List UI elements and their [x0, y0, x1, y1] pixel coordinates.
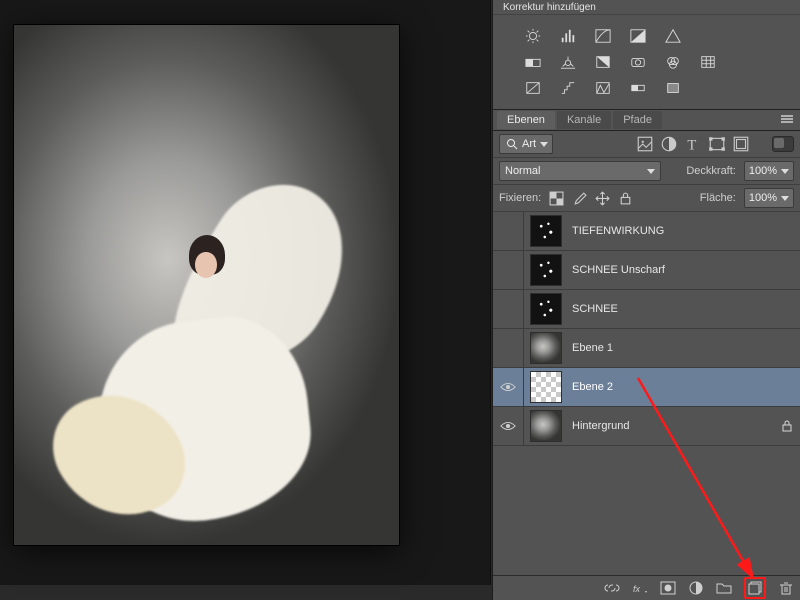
layer-name[interactable]: SCHNEE Unscharf [572, 264, 792, 276]
channel-mixer-icon[interactable] [663, 53, 683, 71]
tab-paths[interactable]: Pfade [613, 111, 662, 129]
filter-shape-icon[interactable] [708, 135, 726, 153]
layer-thumbnail[interactable] [530, 410, 562, 442]
layer-row[interactable]: TIEFENWIRKUNG [493, 212, 800, 251]
layer-row[interactable]: SCHNEE [493, 290, 800, 329]
adjustments-panel-title: Korrektur hinzufügen [493, 0, 800, 15]
new-adjustment-layer-icon[interactable] [688, 580, 704, 596]
right-panel-stack: Korrektur hinzufügen Ebenen Kanäle [492, 0, 800, 600]
layer-thumbnail[interactable] [530, 254, 562, 286]
layer-locked-icon [782, 420, 792, 432]
layer-list[interactable]: TIEFENWIRKUNG SCHNEE Unscharf SCHNEE Ebene … [493, 212, 800, 446]
canvas-illustration [69, 180, 359, 540]
canvas-viewport[interactable] [0, 0, 491, 585]
fill-input[interactable]: 100% [744, 188, 794, 208]
hue-saturation-icon[interactable] [523, 53, 543, 71]
curves-icon[interactable] [593, 27, 613, 45]
photo-filter-icon[interactable] [628, 53, 648, 71]
lock-all-icon[interactable] [618, 191, 633, 206]
lock-pixels-icon[interactable] [572, 191, 587, 206]
layer-name[interactable]: Hintergrund [572, 420, 782, 432]
link-layers-icon[interactable] [604, 580, 620, 596]
layer-filter-toggle[interactable] [772, 136, 794, 152]
layer-thumbnail[interactable] [530, 332, 562, 364]
opacity-input[interactable]: 100% [744, 161, 794, 181]
layer-visibility-toggle[interactable] [493, 212, 524, 250]
adjustments-title-text: Korrektur hinzufügen [503, 2, 596, 13]
add-mask-icon[interactable] [660, 580, 676, 596]
layer-row[interactable]: Hintergrund [493, 407, 800, 446]
document-canvas[interactable] [14, 25, 399, 545]
layer-style-icon[interactable]: fx [632, 580, 648, 596]
gradient-map-icon[interactable] [628, 79, 648, 97]
tab-layers[interactable]: Ebenen [497, 111, 555, 129]
layer-name[interactable]: SCHNEE [572, 303, 792, 315]
new-layer-icon[interactable] [744, 577, 766, 599]
workspace [0, 0, 490, 560]
fill-label: Fläche: [700, 192, 736, 204]
blend-opacity-row: Normal Deckkraft: 100% [493, 158, 800, 185]
layer-filter-row: Art T [493, 131, 800, 158]
lock-label: Fixieren: [499, 192, 541, 204]
threshold-icon[interactable] [593, 79, 613, 97]
layer-thumbnail[interactable] [530, 371, 562, 403]
layer-name[interactable]: Ebene 1 [572, 342, 792, 354]
vibrance-icon[interactable] [663, 27, 683, 45]
fill-value: 100% [749, 192, 777, 204]
delete-layer-icon[interactable] [778, 580, 794, 596]
tab-channels[interactable]: Kanäle [557, 111, 611, 129]
chevron-down-icon [647, 169, 655, 174]
layer-name[interactable]: TIEFENWIRKUNG [572, 225, 792, 237]
lock-transparency-icon[interactable] [549, 191, 564, 206]
svg-text:T: T [687, 138, 696, 153]
layer-name[interactable]: Ebene 2 [572, 381, 792, 393]
new-group-icon[interactable] [716, 580, 732, 596]
layers-panel-tabs: Ebenen Kanäle Pfade [493, 109, 800, 131]
blend-mode-combo[interactable]: Normal [499, 161, 661, 181]
layer-visibility-toggle[interactable] [493, 290, 524, 328]
blend-mode-value: Normal [505, 165, 540, 177]
filter-type-icon[interactable]: T [684, 135, 702, 153]
chevron-down-icon [540, 142, 548, 147]
svg-text:fx: fx [633, 584, 641, 594]
layer-row[interactable]: SCHNEE Unscharf [493, 251, 800, 290]
layer-filter-kind-combo[interactable]: Art [499, 134, 553, 154]
opacity-value: 100% [749, 165, 777, 177]
layer-visibility-toggle[interactable] [493, 251, 524, 289]
chevron-down-icon [781, 169, 789, 174]
levels-icon[interactable] [558, 27, 578, 45]
lock-fill-row: Fixieren: Fläche: 100% [493, 185, 800, 212]
layer-thumbnail[interactable] [530, 293, 562, 325]
layer-visibility-toggle[interactable] [493, 407, 524, 445]
adjustments-icon-grid [493, 15, 800, 109]
black-white-icon[interactable] [593, 53, 613, 71]
layer-filter-kind-label: Art [522, 138, 536, 150]
exposure-icon[interactable] [628, 27, 648, 45]
chevron-down-icon [781, 196, 789, 201]
color-balance-icon[interactable] [558, 53, 578, 71]
layer-thumbnail[interactable] [530, 215, 562, 247]
layer-row[interactable]: Ebene 1 [493, 329, 800, 368]
filter-smart-icon[interactable] [732, 135, 750, 153]
posterize-icon[interactable] [558, 79, 578, 97]
invert-icon[interactable] [523, 79, 543, 97]
layer-row[interactable]: Ebene 2 [493, 368, 800, 407]
opacity-label: Deckkraft: [686, 165, 736, 177]
layers-panel-bottom-bar: fx [493, 575, 800, 600]
layer-visibility-toggle[interactable] [493, 368, 524, 406]
lock-position-icon[interactable] [595, 191, 610, 206]
selective-color-icon[interactable] [663, 79, 683, 97]
panel-menu-icon[interactable] [780, 114, 800, 127]
brightness-contrast-icon[interactable] [523, 27, 543, 45]
filter-adjustment-icon[interactable] [660, 135, 678, 153]
filter-pixel-icon[interactable] [636, 135, 654, 153]
layer-visibility-toggle[interactable] [493, 329, 524, 367]
color-lookup-icon[interactable] [698, 53, 718, 71]
